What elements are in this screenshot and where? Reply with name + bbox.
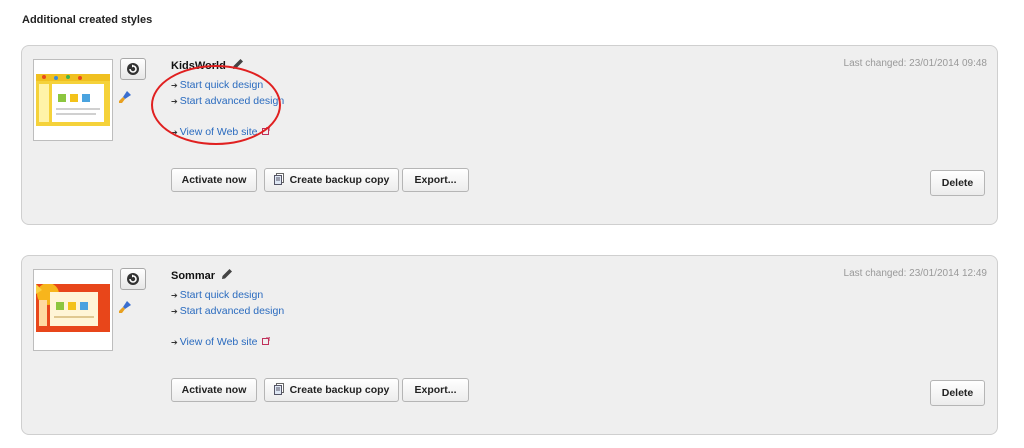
arrow-icon: ➔ bbox=[171, 128, 178, 137]
style-name-text: KidsWorld bbox=[171, 60, 226, 72]
rename-pencil-icon[interactable] bbox=[232, 58, 244, 73]
arrow-icon: ➔ bbox=[171, 97, 178, 106]
style-card-sommar: Sommar Last changed: 23/01/2014 12:49 ➔ S… bbox=[21, 255, 998, 435]
last-changed: Last changed: 23/01/2014 09:48 bbox=[843, 58, 987, 69]
sommar-preview-image bbox=[36, 284, 110, 332]
delete-button[interactable]: Delete bbox=[930, 170, 985, 196]
export-button[interactable]: Export... bbox=[402, 168, 469, 192]
style-card-kidsworld: KidsWorld Last changed: 23/01/2014 09:48… bbox=[21, 45, 998, 225]
refresh-preview-button[interactable] bbox=[120, 268, 146, 290]
last-changed: Last changed: 23/01/2014 12:49 bbox=[843, 268, 987, 279]
style-thumbnail[interactable] bbox=[33, 59, 113, 141]
start-advanced-design-link[interactable]: ➔ Start advanced design bbox=[171, 93, 284, 109]
external-link-icon bbox=[261, 124, 271, 140]
design-links: ➔ Start quick design ➔ Start advanced desi… bbox=[171, 77, 284, 140]
arrow-icon: ➔ bbox=[171, 338, 178, 347]
style-thumbnail[interactable] bbox=[33, 269, 113, 351]
rename-pencil-icon[interactable] bbox=[221, 268, 233, 283]
link-label: Start advanced design bbox=[179, 305, 285, 317]
arrow-icon: ➔ bbox=[171, 307, 178, 316]
arrow-icon: ➔ bbox=[171, 81, 178, 90]
link-label: View of Web site bbox=[179, 126, 258, 138]
external-link-icon bbox=[261, 334, 271, 350]
link-label: Start quick design bbox=[179, 79, 264, 91]
backup-label: Create backup copy bbox=[289, 174, 390, 186]
document-copy-icon bbox=[273, 382, 285, 398]
style-name: KidsWorld bbox=[171, 58, 244, 73]
link-label: Start quick design bbox=[179, 289, 264, 301]
link-label: Start advanced design bbox=[179, 95, 285, 107]
arrow-icon: ➔ bbox=[171, 291, 178, 300]
activate-now-button[interactable]: Activate now bbox=[171, 168, 257, 192]
link-label: View of Web site bbox=[179, 336, 258, 348]
refresh-icon bbox=[127, 63, 139, 75]
style-name: Sommar bbox=[171, 268, 233, 283]
style-name-text: Sommar bbox=[171, 270, 216, 282]
kidsworld-preview-image bbox=[36, 74, 110, 126]
document-copy-icon bbox=[273, 172, 285, 188]
start-advanced-design-link[interactable]: ➔ Start advanced design bbox=[171, 303, 284, 319]
edit-style-button[interactable] bbox=[118, 300, 132, 317]
activate-now-button[interactable]: Activate now bbox=[171, 378, 257, 402]
edit-style-button[interactable] bbox=[118, 90, 132, 107]
refresh-icon bbox=[127, 273, 139, 285]
design-links: ➔ Start quick design ➔ Start advanced desi… bbox=[171, 287, 284, 350]
refresh-preview-button[interactable] bbox=[120, 58, 146, 80]
section-title: Additional created styles bbox=[22, 14, 153, 26]
backup-label: Create backup copy bbox=[289, 384, 390, 396]
export-button[interactable]: Export... bbox=[402, 378, 469, 402]
view-web-site-link[interactable]: ➔ View of Web site bbox=[171, 334, 284, 350]
create-backup-copy-button[interactable]: Create backup copy bbox=[264, 168, 399, 192]
paintbrush-icon bbox=[119, 301, 131, 313]
start-quick-design-link[interactable]: ➔ Start quick design bbox=[171, 77, 284, 93]
view-web-site-link[interactable]: ➔ View of Web site bbox=[171, 124, 284, 140]
start-quick-design-link[interactable]: ➔ Start quick design bbox=[171, 287, 284, 303]
create-backup-copy-button[interactable]: Create backup copy bbox=[264, 378, 399, 402]
delete-button[interactable]: Delete bbox=[930, 380, 985, 406]
paintbrush-icon bbox=[119, 91, 131, 103]
